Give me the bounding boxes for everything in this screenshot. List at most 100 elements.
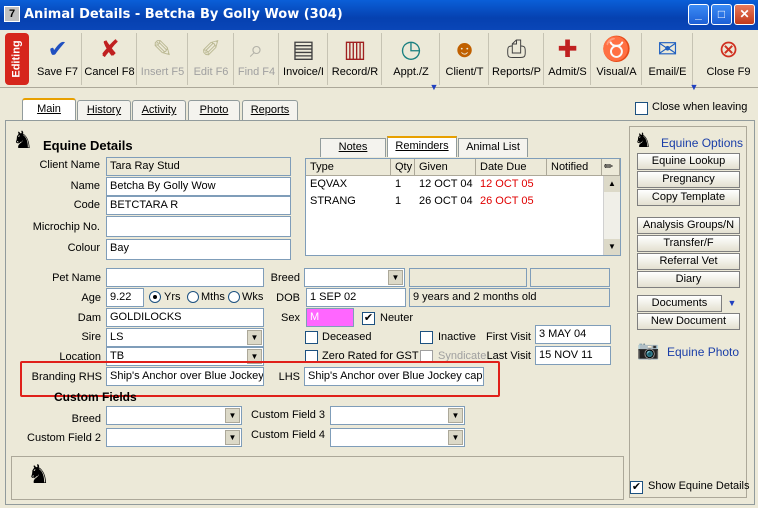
table-row[interactable]: STRANG 1 26 OCT 04 26 OCT 05 [306, 193, 603, 210]
weeks-radio[interactable] [228, 291, 240, 303]
save-button[interactable]: ✔ Save F7 [34, 33, 82, 85]
code-field[interactable]: BETCTARA R [106, 196, 291, 215]
equine-details-header: Equine Details [43, 138, 133, 153]
tab-activity[interactable]: Activity [132, 100, 186, 120]
equine-photo-link[interactable]: Equine Photo [667, 345, 739, 359]
col-given[interactable]: Given [415, 159, 476, 176]
pet-name-field[interactable] [106, 268, 264, 287]
visual-button[interactable]: ♉ Visual/A [592, 33, 642, 85]
transfer-button[interactable]: Transfer/F [637, 235, 740, 252]
pencil-icon[interactable]: ✏ [602, 159, 620, 176]
name-field[interactable]: Betcha By Golly Wow [106, 177, 291, 196]
copy-template-button[interactable]: Copy Template [637, 189, 740, 206]
cancel-button[interactable]: ✘ Cancel F8 [83, 33, 137, 85]
maximize-button[interactable]: □ [711, 4, 732, 25]
weeks-label: Wks [242, 291, 264, 303]
custom-field-2-select[interactable]: ▼ [106, 428, 242, 447]
last-visit-field[interactable]: 15 NOV 11 [535, 346, 611, 365]
window-title: Animal Details - Betcha By Golly Wow (30… [24, 7, 343, 22]
editing-indicator: Editing [5, 33, 29, 85]
client-name-field: Tara Ray Stud [106, 157, 291, 176]
col-date-due[interactable]: Date Due [476, 159, 547, 176]
table-row[interactable]: EQVAX 1 12 OCT 04 12 OCT 05 [306, 176, 603, 193]
admit-button[interactable]: ✚ Admit/S [545, 33, 591, 85]
documents-button[interactable]: Documents [637, 295, 722, 312]
cell-due: 26 OCT 05 [480, 195, 534, 207]
close-window-button[interactable]: ✕ [734, 4, 755, 25]
toolbar: Editing ✔ Save F7 ✘ Cancel F8 ✎ Insert F5 ✐… [0, 30, 758, 92]
col-qty[interactable]: Qty [391, 159, 415, 176]
breed-label: Breed [270, 272, 300, 284]
dam-field[interactable]: GOLDILOCKS [106, 308, 264, 327]
diary-button[interactable]: Diary [637, 271, 740, 288]
neuter-checkbox[interactable]: ✔ [362, 312, 375, 325]
deceased-checkbox[interactable] [305, 331, 318, 344]
months-radio[interactable] [187, 291, 199, 303]
invoice-icon: ▤ [292, 36, 315, 63]
email-dropdown-icon[interactable]: ▼ [689, 82, 699, 94]
invoice-button[interactable]: ▤ Invoice/I [280, 33, 328, 85]
colour-field[interactable]: Bay [106, 239, 291, 260]
insert-button[interactable]: ✎ Insert F5 [138, 33, 188, 85]
breed-select[interactable]: ▼ [304, 268, 405, 287]
custom-field-4-select[interactable]: ▼ [330, 428, 465, 447]
microchip-field[interactable] [106, 216, 291, 237]
col-notified[interactable]: Notified [547, 159, 602, 176]
close-when-leaving-checkbox[interactable] [635, 102, 648, 115]
tab-main[interactable]: Main [22, 98, 76, 121]
cell-due: 12 OCT 05 [480, 178, 534, 190]
documents-dropdown-icon[interactable]: ▼ [724, 295, 740, 312]
pregnancy-summary-button[interactable]: Pregnancy Summary [637, 171, 740, 200]
client-button[interactable]: ☻ Client/T [441, 33, 489, 85]
chevron-down-icon: ▼ [247, 330, 262, 345]
first-visit-field[interactable]: 3 MAY 04 [535, 325, 611, 344]
deceased-label: Deceased [322, 331, 372, 343]
neuter-label: Neuter [380, 312, 414, 324]
camera-icon[interactable]: 📷 [637, 339, 659, 361]
tab-reminders[interactable]: Reminders [387, 136, 457, 157]
age-field[interactable]: 9.22 [106, 288, 144, 307]
scroll-up-icon[interactable]: ▲ [604, 176, 620, 192]
sire-select[interactable]: LS ▼ [106, 328, 264, 347]
printer-icon: ⎙ [506, 36, 527, 63]
reports-button[interactable]: ⎙ Reports/P [490, 33, 544, 85]
custom-field-3-select[interactable]: ▼ [330, 406, 465, 425]
edit-button[interactable]: ✐ Edit F6 [189, 33, 234, 85]
record-button[interactable]: ▥ Record/R [329, 33, 382, 85]
people-icon: ☻ [451, 36, 478, 63]
chevron-down-icon: ▼ [388, 270, 403, 285]
tab-notes[interactable]: Notes [320, 138, 386, 157]
equine-lookup-button[interactable]: Equine Lookup [637, 153, 740, 170]
find-button[interactable]: ⌕ Find F4 [235, 33, 279, 85]
show-equine-details-checkbox[interactable]: ✔ [630, 481, 643, 494]
tab-animal-list[interactable]: Animal List [458, 138, 528, 157]
cell-qty: 1 [395, 195, 402, 207]
breed-info-field [409, 268, 527, 287]
sex-label: Sex [281, 312, 300, 324]
close-button[interactable]: ⊗ Close F9 [701, 33, 756, 85]
years-radio[interactable] [149, 291, 161, 303]
email-button[interactable]: ✉ Email/E [643, 33, 693, 85]
close-when-leaving-label: Close when leaving [652, 101, 748, 113]
inactive-checkbox[interactable] [420, 331, 433, 344]
col-type[interactable]: Type [306, 159, 391, 176]
analysis-groups-button[interactable]: Analysis Groups/N [637, 217, 740, 234]
sex-field[interactable]: M [306, 308, 354, 327]
cow-icon: ♉ [601, 36, 632, 63]
scrollbar[interactable]: ▲ ▼ [603, 176, 620, 255]
minimize-button[interactable]: _ [688, 4, 709, 25]
tab-reports[interactable]: Reports [242, 100, 298, 120]
referral-vet-button[interactable]: Referral Vet [637, 253, 740, 270]
cell-given: 12 OCT 04 [419, 178, 473, 190]
reminders-grid[interactable]: Type Qty Given Date Due Notified ✏ EQVAX… [305, 158, 621, 256]
appointment-dropdown-icon[interactable]: ▼ [429, 82, 439, 94]
cell-qty: 1 [395, 178, 402, 190]
scroll-down-icon[interactable]: ▼ [604, 239, 620, 255]
show-equine-details-label: Show Equine Details [648, 480, 750, 492]
tab-photo[interactable]: Photo [188, 100, 240, 120]
tab-history[interactable]: History [77, 100, 131, 120]
custom-breed-select[interactable]: ▼ [106, 406, 242, 425]
new-document-button[interactable]: New Document [637, 313, 740, 330]
appointment-button[interactable]: ◷ Appt./Z [383, 33, 440, 85]
dob-field[interactable]: 1 SEP 02 [306, 288, 406, 307]
